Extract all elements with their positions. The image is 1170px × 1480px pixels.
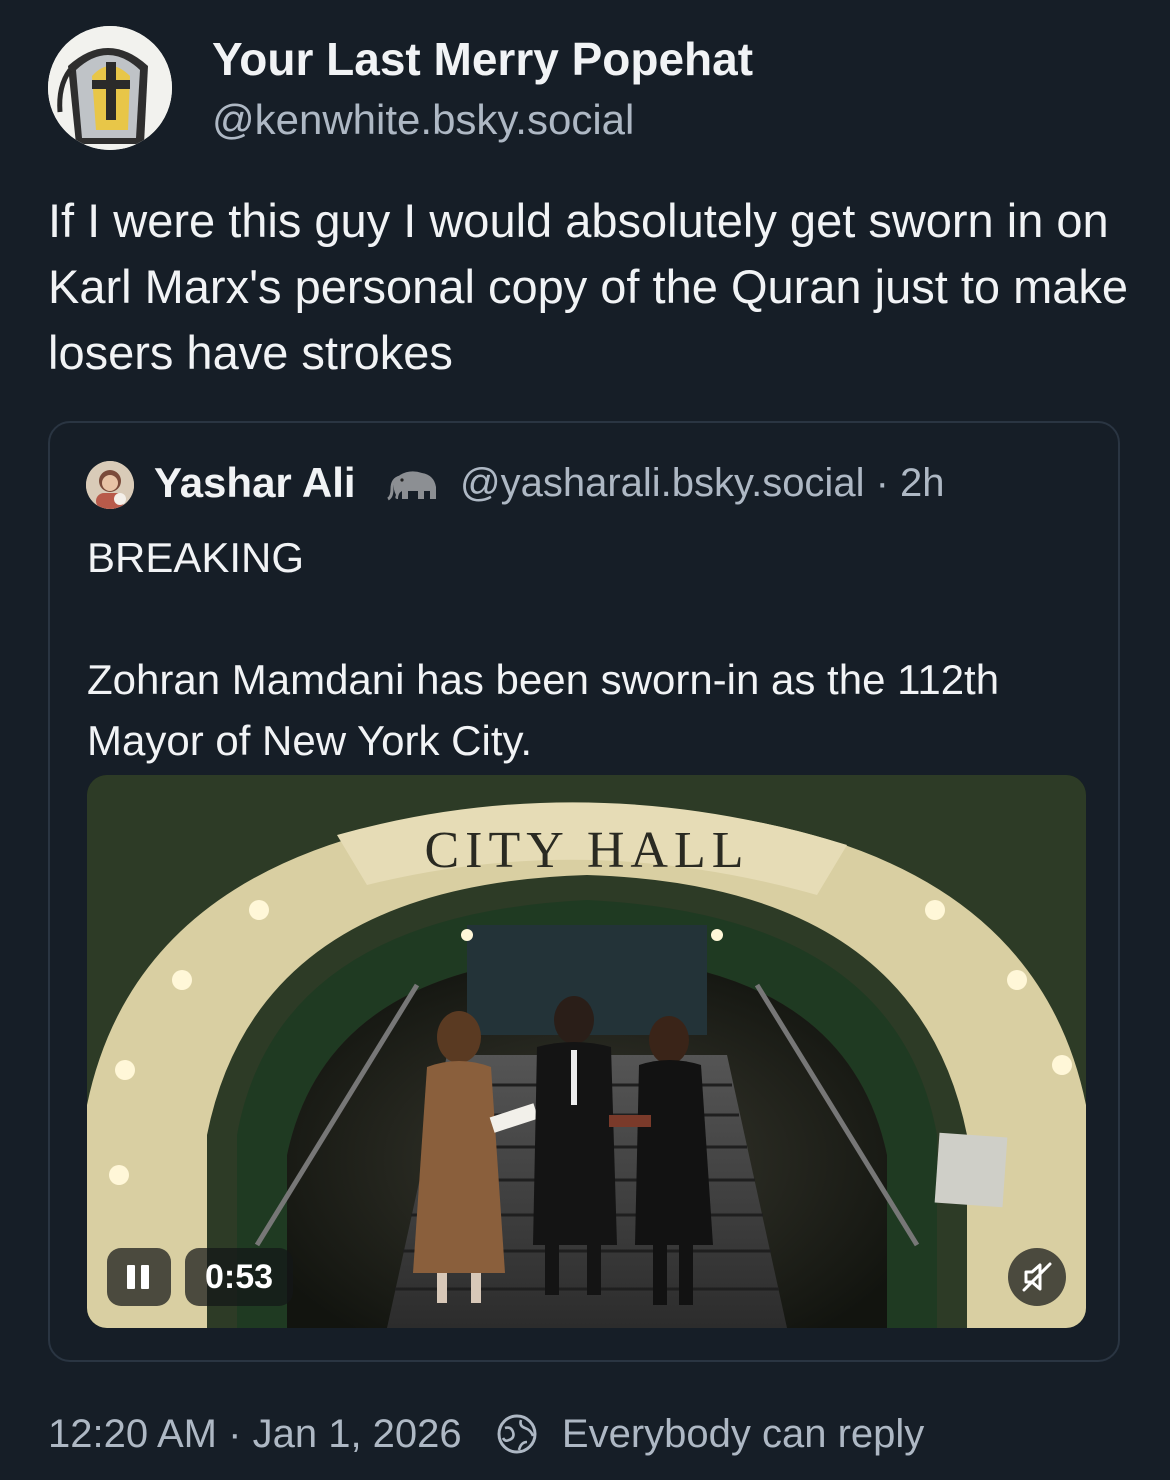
quoted-author-handle[interactable]: @yasharali.bsky.social <box>460 461 864 505</box>
post-time[interactable]: 12:20 AM <box>48 1412 217 1456</box>
quoted-author-name[interactable]: Yashar Ali <box>154 459 356 507</box>
post-header: Your Last Merry Popehat @kenwhite.bsky.s… <box>48 26 1128 150</box>
quoted-text-line-2: Zohran Mamdani has been sworn-in as the … <box>87 656 1000 764</box>
quoted-avatar-image <box>86 461 134 509</box>
author-display-name[interactable]: Your Last Merry Popehat <box>212 32 753 86</box>
post-date[interactable]: Jan 1, 2026 <box>253 1412 462 1456</box>
author-avatar[interactable] <box>48 26 172 150</box>
popehat-avatar-icon <box>48 26 172 150</box>
quoted-post-header: Yashar Ali @yasharali.bsky.social · 2h <box>86 457 1086 513</box>
muted-speaker-icon[interactable] <box>1008 1248 1066 1306</box>
quoted-post-age[interactable]: 2h <box>900 461 945 505</box>
quoted-post-text: BREAKING Zohran Mamdani has been sworn-i… <box>87 527 1087 771</box>
video-player[interactable]: CITY HALL 0:53 <box>87 775 1086 1328</box>
globe-icon <box>497 1414 537 1454</box>
city-hall-sign: CITY HALL <box>424 822 749 879</box>
quoted-post-card[interactable]: Yashar Ali @yasharali.bsky.social · 2h B… <box>48 421 1120 1362</box>
author-handle[interactable]: @kenwhite.bsky.social <box>212 96 634 144</box>
reply-setting[interactable]: Everybody can reply <box>562 1412 924 1456</box>
pause-icon[interactable] <box>107 1248 171 1306</box>
footer-separator: · <box>228 1411 242 1456</box>
video-time-pill: 0:53 <box>185 1248 294 1306</box>
quoted-text-line-1: BREAKING <box>87 534 305 581</box>
elephant-icon <box>387 471 436 501</box>
quoted-meta: @yasharali.bsky.social · 2h <box>460 461 945 506</box>
video-controls <box>107 1248 171 1306</box>
quoted-author-avatar[interactable] <box>86 461 134 509</box>
video-time: 0:53 <box>205 1257 274 1296</box>
video-frame-image: CITY HALL <box>87 775 1086 1328</box>
meta-separator: · <box>875 461 889 505</box>
post-footer: 12:20 AM · Jan 1, 2026 Everybody can rep… <box>48 1410 924 1466</box>
post-text: If I were this guy I would absolutely ge… <box>48 194 1129 379</box>
